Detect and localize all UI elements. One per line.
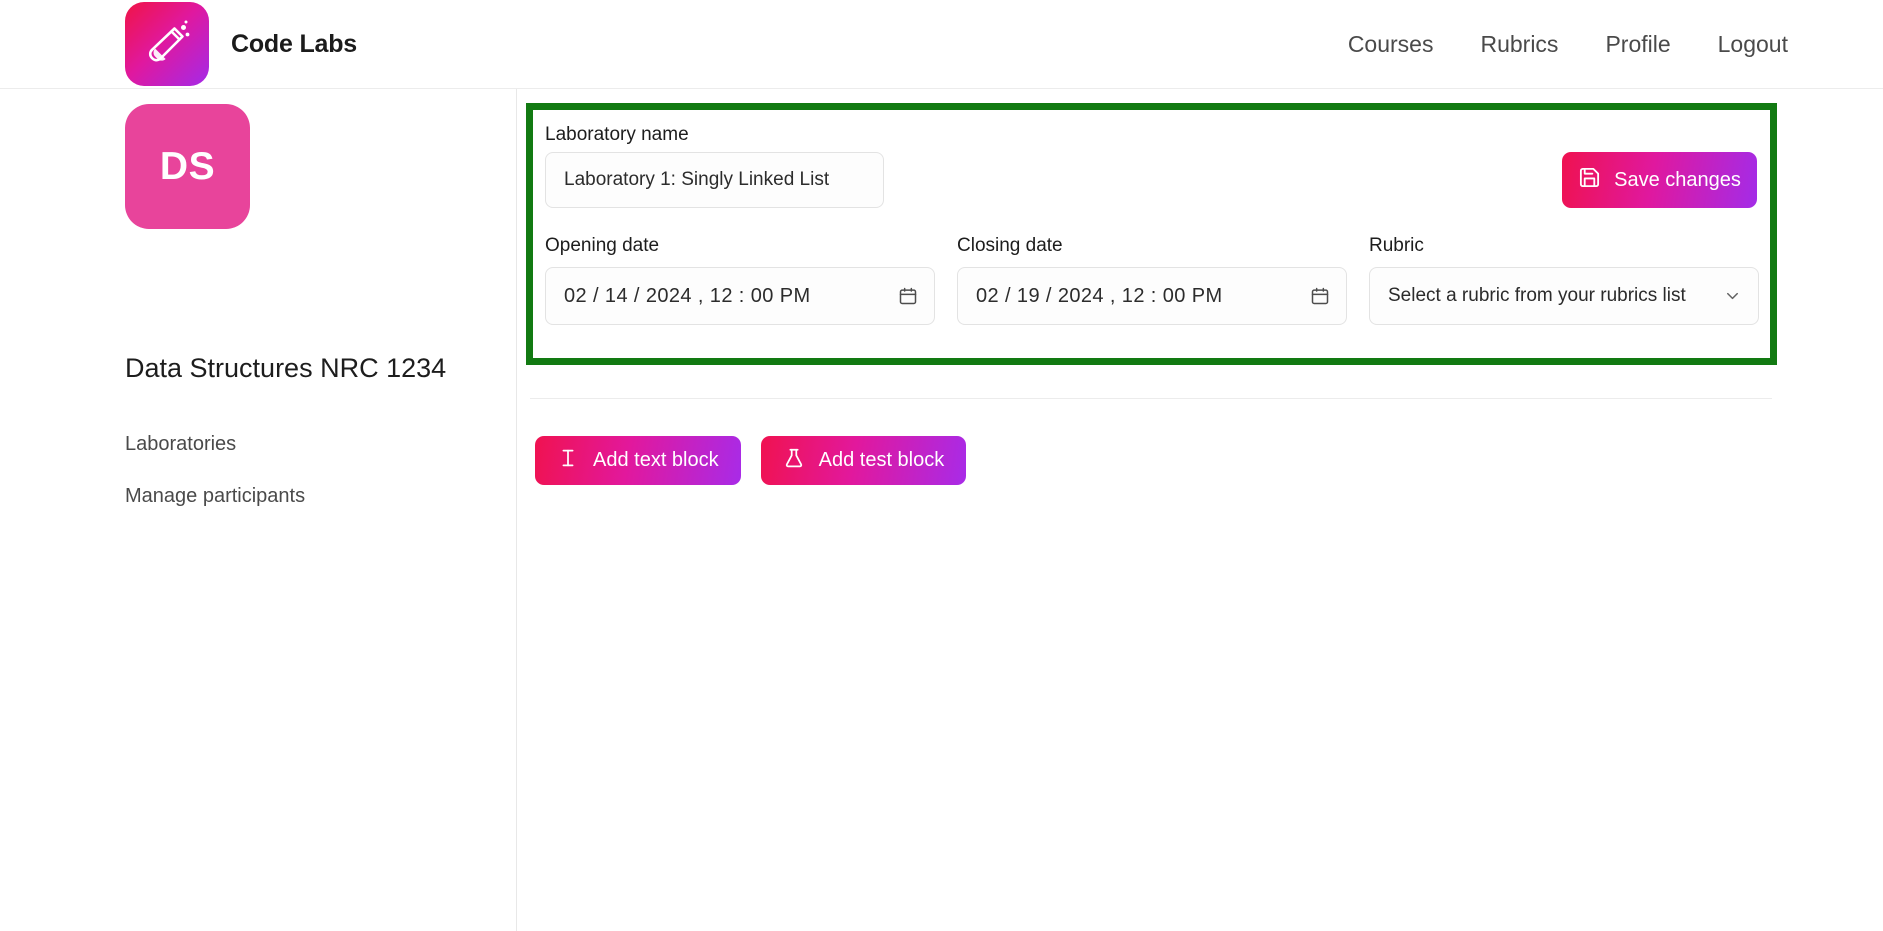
nav-item-rubrics[interactable]: Rubrics	[1480, 31, 1558, 58]
main-content: Laboratory name Laboratory 1: Singly Lin…	[518, 89, 1883, 931]
text-cursor-icon	[557, 447, 579, 474]
sidebar-item-manage-participants[interactable]: Manage participants	[125, 485, 305, 508]
closing-date-group: Closing date 02 / 19 / 2024 , 12 : 00 PM	[957, 235, 1347, 325]
opening-date-group: Opening date 02 / 14 / 2024 , 12 : 00 PM	[545, 235, 935, 325]
save-changes-label: Save changes	[1614, 168, 1741, 191]
nav-item-profile[interactable]: Profile	[1605, 31, 1670, 58]
opening-date-value: 02 / 14 / 2024 , 12 : 00 PM	[564, 284, 811, 307]
course-avatar-initials: DS	[159, 144, 216, 188]
closing-date-value: 02 / 19 / 2024 , 12 : 00 PM	[976, 284, 1223, 307]
nav-item-courses[interactable]: Courses	[1348, 31, 1434, 58]
lab-name-input[interactable]: Laboratory 1: Singly Linked List	[545, 152, 884, 208]
content-divider	[530, 398, 1772, 399]
lab-name-label: Laboratory name	[545, 124, 689, 145]
course-avatar: DS	[125, 104, 250, 229]
date-and-rubric-row: Opening date 02 / 14 / 2024 , 12 : 00 PM	[545, 235, 1759, 325]
flask-icon	[783, 447, 805, 474]
main-nav: Courses Rubrics Profile Logout	[1348, 31, 1788, 58]
lab-settings-highlight-box: Laboratory name Laboratory 1: Singly Lin…	[526, 103, 1777, 365]
lab-name-value: Laboratory 1: Singly Linked List	[564, 169, 830, 190]
brand[interactable]: Code Labs	[125, 2, 357, 86]
sidebar-nav: Laboratories Manage participants	[125, 433, 305, 508]
rubric-selected-value: Select a rubric from your rubrics list	[1388, 285, 1686, 306]
add-text-block-label: Add text block	[593, 449, 719, 471]
calendar-icon[interactable]	[898, 286, 918, 306]
calendar-icon[interactable]	[1310, 286, 1330, 306]
closing-date-input[interactable]: 02 / 19 / 2024 , 12 : 00 PM	[957, 267, 1347, 325]
add-test-block-label: Add test block	[818, 449, 945, 471]
course-sidebar: DS Data Structures NRC 1234 Laboratories…	[0, 89, 517, 931]
opening-date-input[interactable]: 02 / 14 / 2024 , 12 : 00 PM	[545, 267, 935, 325]
rubric-select[interactable]: Select a rubric from your rubrics list	[1369, 267, 1759, 325]
chevron-down-icon[interactable]	[1723, 287, 1742, 306]
add-test-block-button[interactable]: Add test block	[760, 436, 967, 485]
closing-date-label: Closing date	[957, 235, 1063, 256]
save-floppy-icon	[1578, 166, 1601, 194]
add-text-block-button[interactable]: Add text block	[535, 436, 741, 485]
course-title: Data Structures NRC 1234	[125, 353, 447, 383]
rubric-group: Rubric Select a rubric from your rubrics…	[1369, 235, 1759, 325]
app-header: Code Labs Courses Rubrics Profile Logout	[0, 0, 1883, 89]
save-changes-button[interactable]: Save changes	[1562, 152, 1757, 208]
block-actions: Add text block Add test block	[535, 436, 967, 485]
nav-item-logout[interactable]: Logout	[1718, 31, 1788, 58]
brand-name: Code Labs	[231, 29, 357, 58]
sidebar-item-laboratories[interactable]: Laboratories	[125, 433, 305, 456]
rubric-label: Rubric	[1369, 235, 1424, 256]
test-tube-icon	[125, 2, 209, 86]
opening-date-label: Opening date	[545, 235, 660, 256]
